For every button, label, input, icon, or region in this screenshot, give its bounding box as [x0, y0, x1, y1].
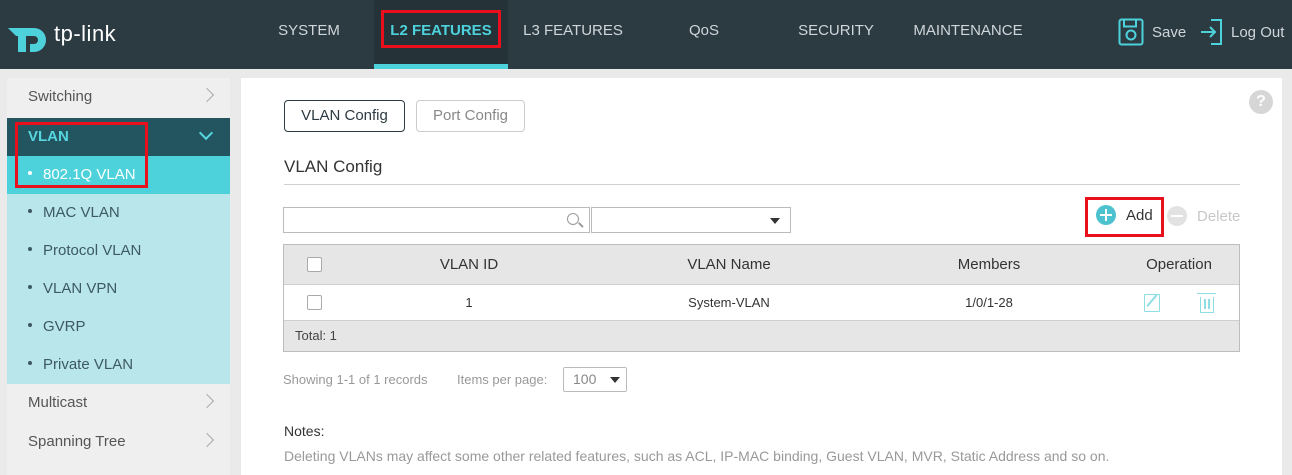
chevron-down-icon — [198, 125, 214, 141]
search-input[interactable] — [283, 207, 590, 233]
sidebar-item-label: Spanning Tree — [28, 433, 126, 450]
sidebar-item-label: Switching — [28, 88, 93, 105]
sidebar-subitem-vlan-vpn[interactable]: VLAN VPN — [7, 270, 230, 308]
cell-vlan-name: System-VLAN — [688, 295, 770, 310]
column-header-vlan-name[interactable]: VLAN Name — [629, 245, 829, 284]
column-header-operation: Operation — [1146, 256, 1212, 273]
nav-system[interactable]: SYSTEM — [263, 0, 355, 69]
bullet-icon — [28, 323, 32, 328]
sidebar-subitem-label: Protocol VLAN — [43, 242, 142, 259]
select-all-checkbox[interactable] — [306, 257, 322, 272]
tab-vlan-config[interactable]: VLAN Config — [284, 100, 405, 132]
sidebar-subitem-mac-vlan[interactable]: MAC VLAN — [7, 194, 230, 232]
tp-link-logo[interactable]: tp-link — [8, 14, 116, 54]
dropdown-arrow-icon — [770, 218, 780, 224]
trash-icon — [1197, 292, 1216, 313]
sidebar-subitem-label: VLAN VPN — [43, 280, 118, 297]
sidebar-subitem-private-vlan[interactable]: Private VLAN — [7, 346, 230, 384]
divider — [284, 184, 1240, 185]
notes-text: Deleting VLANs may affect some other rel… — [284, 448, 1110, 464]
vlan-table: VLAN ID VLAN Name Members Operation 1 Sy… — [283, 244, 1240, 352]
table-header: VLAN ID VLAN Name Members Operation — [284, 245, 1239, 285]
chevron-right-icon — [199, 393, 215, 409]
delete-label: Delete — [1197, 207, 1241, 225]
highlight-box-add — [1085, 197, 1164, 237]
row-checkbox[interactable] — [306, 295, 322, 310]
items-per-page-select[interactable]: 100 — [563, 367, 627, 392]
sidebar-subitem-label: MAC VLAN — [43, 204, 120, 221]
logout-button[interactable]: Log Out — [1199, 18, 1284, 46]
highlight-box-l2-features — [381, 10, 501, 48]
logout-label: Log Out — [1231, 23, 1285, 41]
column-header-vlan-id[interactable]: VLAN ID — [369, 245, 569, 284]
search-icon[interactable] — [567, 213, 579, 225]
sidebar-item-label: Multicast — [28, 394, 88, 411]
highlight-box-vlan — [15, 122, 148, 188]
bullet-icon — [28, 361, 32, 366]
bullet-icon — [28, 285, 32, 290]
section-title: VLAN Config — [284, 157, 383, 176]
bullet-icon — [28, 247, 32, 252]
sidebar-subitem-protocol-vlan[interactable]: Protocol VLAN — [7, 232, 230, 270]
select-all-cell — [284, 245, 344, 284]
table-total: Total: 1 — [284, 321, 1239, 351]
edit-icon — [1144, 293, 1160, 312]
cell-vlan-id: 1 — [465, 295, 473, 310]
chevron-right-icon — [199, 432, 215, 448]
save-button[interactable]: Save — [1118, 18, 1186, 46]
dropdown-arrow-icon — [610, 377, 620, 383]
delete-button[interactable]: Delete — [1167, 206, 1240, 226]
nav-security[interactable]: SECURITY — [787, 0, 885, 69]
delete-row-button[interactable] — [1197, 285, 1217, 320]
logout-icon — [1201, 19, 1222, 45]
save-icon — [1118, 18, 1144, 46]
edit-button[interactable] — [1142, 285, 1162, 320]
column-header-members[interactable]: Members — [889, 245, 1089, 284]
sidebar: Switching VLAN 802.1Q VLAN MAC VLAN Prot… — [7, 78, 230, 475]
tab-port-config[interactable]: Port Config — [416, 100, 525, 132]
items-per-page-value: 100 — [573, 371, 597, 387]
bullet-icon — [28, 209, 32, 214]
notes-title: Notes: — [284, 423, 325, 439]
records-summary: Showing 1-1 of 1 records — [283, 372, 428, 387]
tp-link-logo-icon — [8, 28, 46, 52]
main-panel: ? VLAN Config Port Config VLAN Config Ad… — [241, 78, 1282, 475]
sidebar-subitem-label: Private VLAN — [43, 356, 134, 373]
sidebar-subitem-gvrp[interactable]: GVRP — [7, 308, 230, 346]
sidebar-item-multicast[interactable]: Multicast — [7, 384, 230, 422]
sidebar-item-switching[interactable]: Switching — [7, 78, 230, 116]
nav-qos[interactable]: QoS — [672, 0, 736, 69]
minus-circle-icon — [1167, 206, 1187, 226]
nav-maintenance[interactable]: MAINTENANCE — [904, 0, 1032, 69]
cell-members: 1/0/1-28 — [965, 295, 1013, 310]
nav-l3-features[interactable]: L3 FEATURES — [512, 0, 634, 69]
items-per-page-label: Items per page: — [457, 372, 548, 387]
brand-name: tp-link — [54, 21, 117, 46]
row-select-cell — [284, 285, 344, 320]
save-label: Save — [1152, 23, 1187, 41]
help-icon[interactable]: ? — [1249, 90, 1273, 114]
sidebar-item-spanning-tree[interactable]: Spanning Tree — [7, 423, 230, 461]
chevron-right-icon — [199, 87, 215, 103]
sidebar-subitem-label: GVRP — [43, 318, 86, 335]
filter-select[interactable] — [591, 207, 791, 233]
table-row[interactable]: 1 System-VLAN 1/0/1-28 — [284, 285, 1239, 321]
top-navigation-bar: tp-link SYSTEM L2 FEATURES L3 FEATURES Q… — [0, 0, 1292, 69]
